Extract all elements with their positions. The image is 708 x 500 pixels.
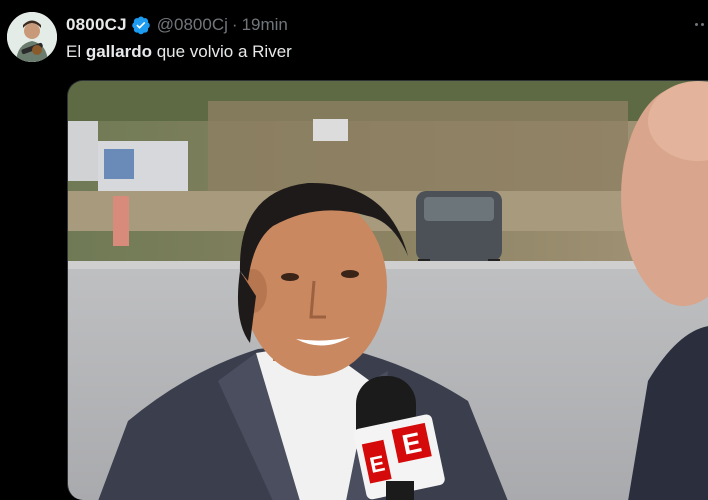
author-handle[interactable]: @0800Cj bbox=[157, 15, 228, 35]
avatar[interactable] bbox=[7, 12, 57, 62]
more-options-icon[interactable] bbox=[684, 12, 708, 36]
tweet: 0800CJ @0800Cj · 19min El gallardo que v… bbox=[0, 0, 708, 500]
tweet-text: El gallardo que volvio a River bbox=[66, 40, 292, 64]
author-display-name[interactable]: 0800CJ bbox=[66, 15, 127, 35]
verified-badge-icon bbox=[131, 15, 151, 35]
tweet-text-after: que volvio a River bbox=[151, 42, 292, 61]
tweet-photo[interactable]: E E bbox=[67, 80, 708, 500]
tweet-timestamp[interactable]: 19min bbox=[242, 15, 288, 35]
tweet-header: 0800CJ @0800Cj · 19min bbox=[66, 13, 288, 37]
tweet-text-bold: gallardo bbox=[85, 42, 152, 61]
tweet-text-before: El bbox=[66, 42, 86, 61]
separator-dot: · bbox=[231, 15, 238, 34]
